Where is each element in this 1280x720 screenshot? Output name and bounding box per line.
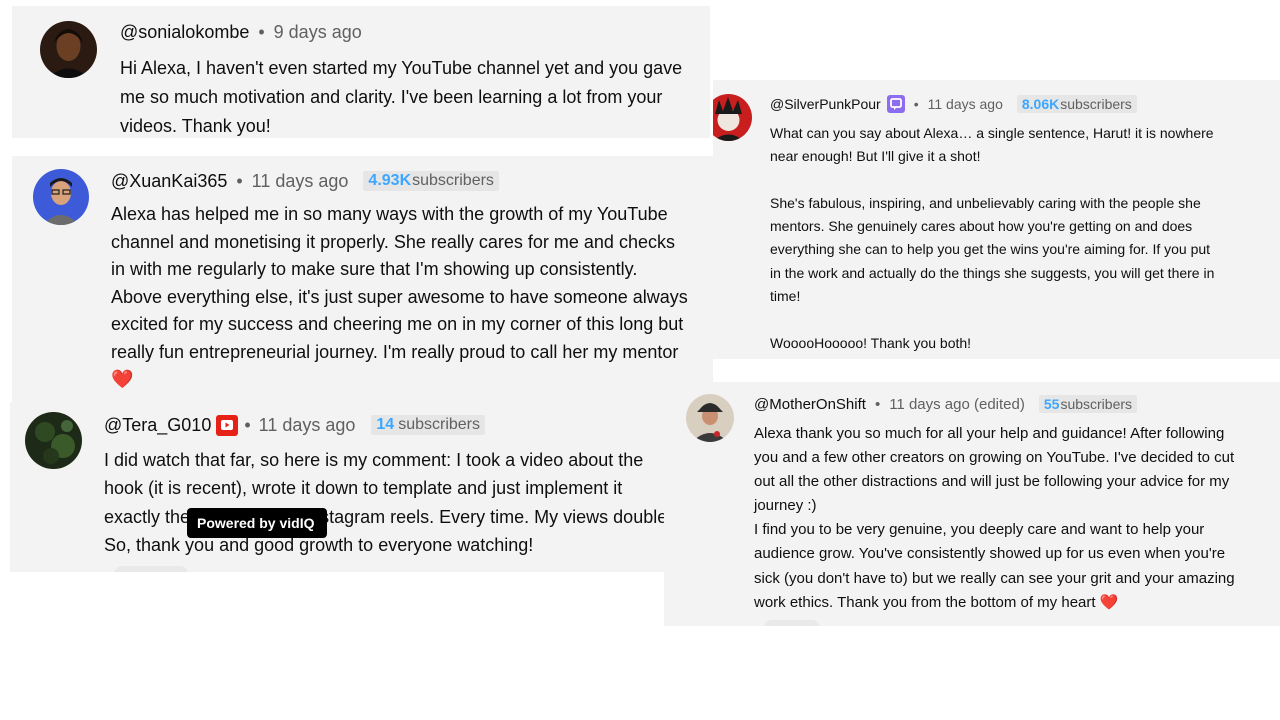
meta-separator: • xyxy=(913,96,919,112)
subscriber-count: 4.93K xyxy=(368,172,412,189)
avatar-image xyxy=(713,94,752,141)
comment-line: you and a few other creators on growing … xyxy=(754,449,1235,467)
comment-line: I find you to be very genuine, you deepl… xyxy=(754,521,1205,539)
purple-channel-icon xyxy=(886,95,905,113)
comment-text: Alexa thank you so much for all your hel… xyxy=(754,422,1235,615)
comment-line: out all the other distractions and will … xyxy=(754,473,1230,491)
comment-meta: @Tera_G010 • 11 days ago 14 subscribers xyxy=(104,413,486,437)
comment-timestamp[interactable]: 11 days ago xyxy=(259,415,356,436)
comment-line: me so much motivation and clarity. I've … xyxy=(120,87,663,107)
comment-meta: @SilverPunkPour • 11 days ago 8.06K subs… xyxy=(770,94,1137,114)
subscriber-badge: 14 subscribers xyxy=(371,415,486,435)
comment-card-silverpunkpour: @SilverPunkPour • 11 days ago 8.06K subs… xyxy=(713,80,1280,359)
reply-button-edge[interactable] xyxy=(114,566,188,572)
heart-emoji: ❤️ xyxy=(111,369,134,389)
comment-line: excited for my success and cheering me o… xyxy=(111,314,684,334)
comment-card-xuankai365: @XuanKai365 • 11 days ago 4.93K subscrib… xyxy=(12,156,713,404)
comment-line: channel and monetising it properly. She … xyxy=(111,231,675,252)
subscriber-label: subscribers xyxy=(1060,396,1133,412)
comment-line: near enough! But I'll give it a shot! xyxy=(770,148,981,165)
comment-line: in with me regularly to make sure that I… xyxy=(111,259,638,279)
subscriber-count: 55 xyxy=(1043,396,1060,412)
subscriber-badge: 55 subscribers xyxy=(1038,395,1138,413)
avatar-xuankai365[interactable] xyxy=(33,169,89,225)
avatar-sonialokombe[interactable] xyxy=(40,21,97,78)
subscriber-count: 8.06K xyxy=(1021,96,1060,112)
comment-timestamp[interactable]: 9 days ago xyxy=(274,22,362,43)
comment-line: WooooHooooo! Thank you both! xyxy=(770,334,972,351)
red-youtube-icon xyxy=(216,414,239,436)
avatar-image xyxy=(25,412,82,469)
comment-text: What can you say about Alexa… a single s… xyxy=(770,122,1214,355)
comment-line: She's fabulous, inspiring, and unbelieva… xyxy=(770,194,1201,211)
comment-line: work ethics. Thank you from the bottom o… xyxy=(754,591,1235,615)
comment-timestamp[interactable]: 11 days ago (edited) xyxy=(889,396,1025,413)
comment-line: Hi Alexa, I haven't even started my YouT… xyxy=(120,58,683,78)
comment-line xyxy=(770,169,1214,192)
comment-meta: @MotherOnShift • 11 days ago (edited) 55… xyxy=(754,394,1138,414)
comment-meta: @XuanKai365 • 11 days ago 4.93K subscrib… xyxy=(111,169,499,193)
comment-text: I did watch that far, so here is my comm… xyxy=(104,446,664,559)
comment-line: audience grow. You've consistently showe… xyxy=(754,545,1226,563)
comment-meta: @sonialokombe • 9 days ago xyxy=(120,21,362,43)
comment-line: sick (you don't have to) but we really c… xyxy=(754,569,1235,587)
comment-line xyxy=(770,308,1214,331)
comment-line: I did watch that far, so here is my comm… xyxy=(104,450,644,470)
comment-line: videos. Thank you! xyxy=(120,116,271,136)
comment-timestamp[interactable]: 11 days ago xyxy=(252,171,349,192)
reply-button-edge[interactable] xyxy=(764,620,820,626)
comment-card-motheronshift: @MotherOnShift • 11 days ago (edited) 55… xyxy=(664,382,1280,626)
comment-line: ❤️ xyxy=(111,366,688,394)
comment-card-tera-g010: @Tera_G010 • 11 days ago 14 subscribers … xyxy=(10,402,664,572)
comment-author[interactable]: @Tera_G010 xyxy=(104,415,211,436)
avatar-image xyxy=(40,21,97,78)
avatar-image xyxy=(686,394,734,442)
comment-author[interactable]: @XuanKai365 xyxy=(111,171,227,192)
comment-line: Alexa has helped me in so many ways with… xyxy=(111,204,668,224)
comment-author[interactable]: @MotherOnShift xyxy=(754,396,866,413)
subscriber-badge: 8.06K subscribers xyxy=(1016,95,1137,113)
comment-line: Alexa thank you so much for all your hel… xyxy=(754,425,1225,442)
avatar-image xyxy=(33,169,89,225)
comment-line: Above everything else, it's just super a… xyxy=(111,286,688,307)
comment-line: in the work and actually do the things s… xyxy=(770,264,1215,281)
comment-text: Alexa has helped me in so many ways with… xyxy=(111,201,688,394)
heart-emoji: ❤️ xyxy=(1099,593,1119,611)
subscriber-label: subscribers xyxy=(398,416,481,433)
comment-timestamp[interactable]: 11 days ago xyxy=(928,96,1003,112)
meta-separator: • xyxy=(258,21,265,42)
comment-line: What can you say about Alexa… a single s… xyxy=(770,125,1214,141)
comment-text: Hi Alexa, I haven't even started my YouT… xyxy=(120,54,682,138)
comment-line: hook (it is recent), wrote it down to te… xyxy=(104,478,623,499)
comment-line: time! xyxy=(770,288,801,305)
avatar-tera-g010[interactable] xyxy=(25,412,82,469)
comment-line-text: work ethics. Thank you from the bottom o… xyxy=(754,593,1096,611)
avatar-motheronshift[interactable] xyxy=(686,394,734,442)
comment-line: everything she can to help you get the w… xyxy=(770,241,1211,258)
comment-card-sonialokombe: @sonialokombe • 9 days ago Hi Alexa, I h… xyxy=(12,6,710,138)
avatar-silverpunkpour[interactable] xyxy=(713,94,752,141)
subscriber-label: subscribers xyxy=(1060,96,1132,112)
subscriber-count: 14 xyxy=(376,416,395,433)
vidiq-tooltip: Powered by vidIQ xyxy=(187,508,327,538)
meta-separator: • xyxy=(236,170,243,191)
meta-separator: • xyxy=(874,395,881,413)
meta-separator: • xyxy=(244,414,251,435)
comment-line: really fun entrepreneurial journey. I'm … xyxy=(111,341,679,362)
comment-author[interactable]: @SilverPunkPour xyxy=(770,96,881,112)
comment-author[interactable]: @sonialokombe xyxy=(120,22,249,43)
comment-line: mentors. She genuinely cares about how y… xyxy=(770,218,1193,235)
comment-line: journey :) xyxy=(754,497,817,515)
subscriber-badge: 4.93K subscribers xyxy=(363,171,499,191)
subscriber-label: subscribers xyxy=(412,172,494,189)
